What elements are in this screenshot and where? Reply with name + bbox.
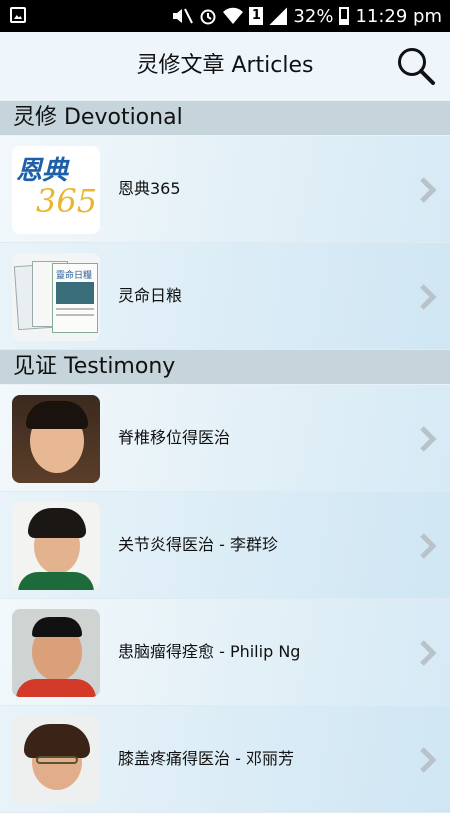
signal-icon bbox=[269, 7, 288, 25]
alarm-icon bbox=[200, 9, 216, 25]
avatar-photo bbox=[12, 716, 100, 804]
list-item-devotional-0[interactable]: 恩典 365 恩典365 bbox=[0, 136, 450, 243]
list-item-label: 脊椎移位得医治 bbox=[118, 428, 231, 447]
list-item-label: 灵命日粮 bbox=[118, 286, 183, 305]
list-item-label: 患脑瘤得痊愈 - Philip Ng bbox=[118, 642, 301, 661]
section-header-testimony: 见证 Testimony bbox=[0, 350, 450, 384]
list-item-label: 恩典365 bbox=[118, 179, 181, 198]
section-title: 见证 Testimony bbox=[13, 354, 176, 379]
status-icons: 1 32% 11:29 pm bbox=[171, 5, 442, 27]
list-item-testimony-1[interactable]: 关节炎得医治 - 李群珍 bbox=[0, 492, 450, 599]
chevron-right-icon bbox=[420, 533, 437, 559]
status-bar: 1 32% 11:29 pm bbox=[0, 0, 450, 32]
list-item-devotional-1[interactable]: 靈命日糧 灵命日粮 bbox=[0, 243, 450, 350]
search-icon[interactable] bbox=[396, 46, 436, 86]
battery-percent: 32% bbox=[293, 5, 334, 27]
battery-icon bbox=[339, 7, 350, 25]
avatar-photo bbox=[12, 395, 100, 483]
section-title: 灵修 Devotional bbox=[13, 105, 183, 130]
avatar-photo bbox=[12, 502, 100, 590]
list-item-testimony-3[interactable]: 膝盖疼痛得医治 - 邓丽芳 bbox=[0, 706, 450, 813]
chevron-right-icon bbox=[420, 747, 437, 773]
page-title: 灵修文章 Articles bbox=[136, 53, 314, 78]
wifi-icon bbox=[223, 7, 244, 24]
thumb-booklet-title: 靈命日糧 bbox=[56, 271, 93, 281]
list-item-label: 膝盖疼痛得医治 - 邓丽芳 bbox=[118, 749, 294, 768]
list-item-testimony-2[interactable]: 患脑瘤得痊愈 - Philip Ng bbox=[0, 599, 450, 706]
list-item-testimony-0[interactable]: 脊椎移位得医治 bbox=[0, 385, 450, 492]
chevron-right-icon bbox=[420, 640, 437, 666]
chevron-right-icon bbox=[420, 284, 437, 310]
thumb-logo-number: 365 bbox=[36, 182, 98, 220]
list-item-label: 关节炎得医治 - 李群珍 bbox=[118, 535, 278, 554]
app-header: 灵修文章 Articles bbox=[0, 32, 450, 100]
thumbnail-enian365: 恩典 365 bbox=[12, 146, 100, 234]
avatar-photo bbox=[12, 609, 100, 697]
gallery-notification-icon bbox=[10, 7, 26, 23]
clock: 11:29 pm bbox=[355, 5, 442, 27]
sim-icon: 1 bbox=[249, 7, 264, 25]
section-header-devotional: 灵修 Devotional bbox=[0, 101, 450, 135]
mute-icon bbox=[173, 8, 194, 24]
chevron-right-icon bbox=[420, 426, 437, 452]
thumbnail-lingming-rilang: 靈命日糧 bbox=[12, 253, 100, 341]
chevron-right-icon bbox=[420, 177, 437, 203]
